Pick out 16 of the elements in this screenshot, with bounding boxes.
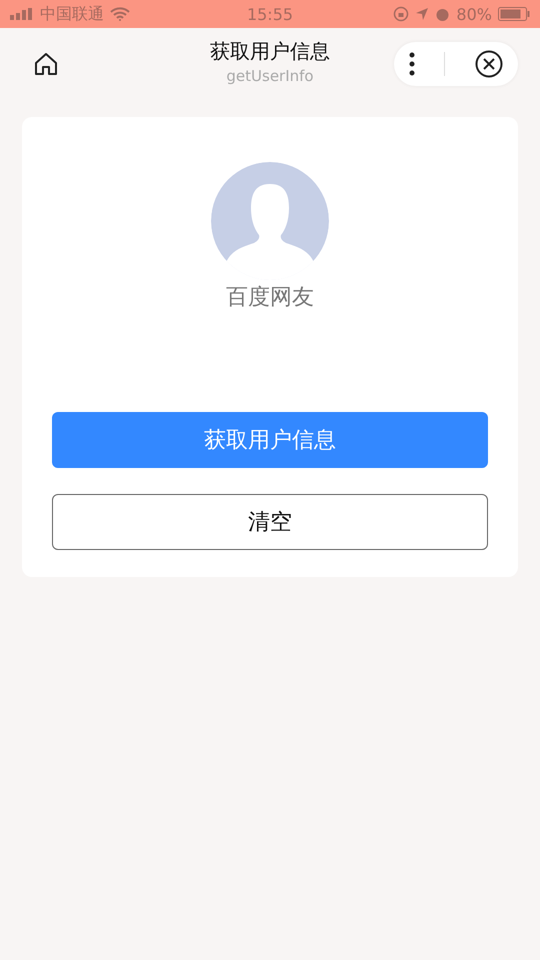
signal-icon — [10, 8, 34, 20]
rotation-lock-icon — [393, 6, 410, 22]
page-title: 获取用户信息 — [210, 38, 330, 65]
wifi-icon — [110, 7, 130, 21]
user-nickname: 百度网友 — [226, 284, 314, 312]
carrier-name: 中国联通 — [40, 4, 104, 24]
location-icon — [415, 7, 430, 21]
home-button[interactable] — [32, 50, 60, 78]
clear-button[interactable]: 清空 — [52, 494, 488, 550]
clock-time: 15:55 — [246, 4, 294, 24]
page-subtitle: getUserInfo — [226, 67, 314, 85]
avatar-icon — [211, 162, 329, 280]
battery-icon — [498, 7, 530, 21]
close-button[interactable] — [475, 50, 504, 78]
battery-percent: 80% — [456, 4, 492, 24]
more-button[interactable] — [408, 52, 415, 76]
